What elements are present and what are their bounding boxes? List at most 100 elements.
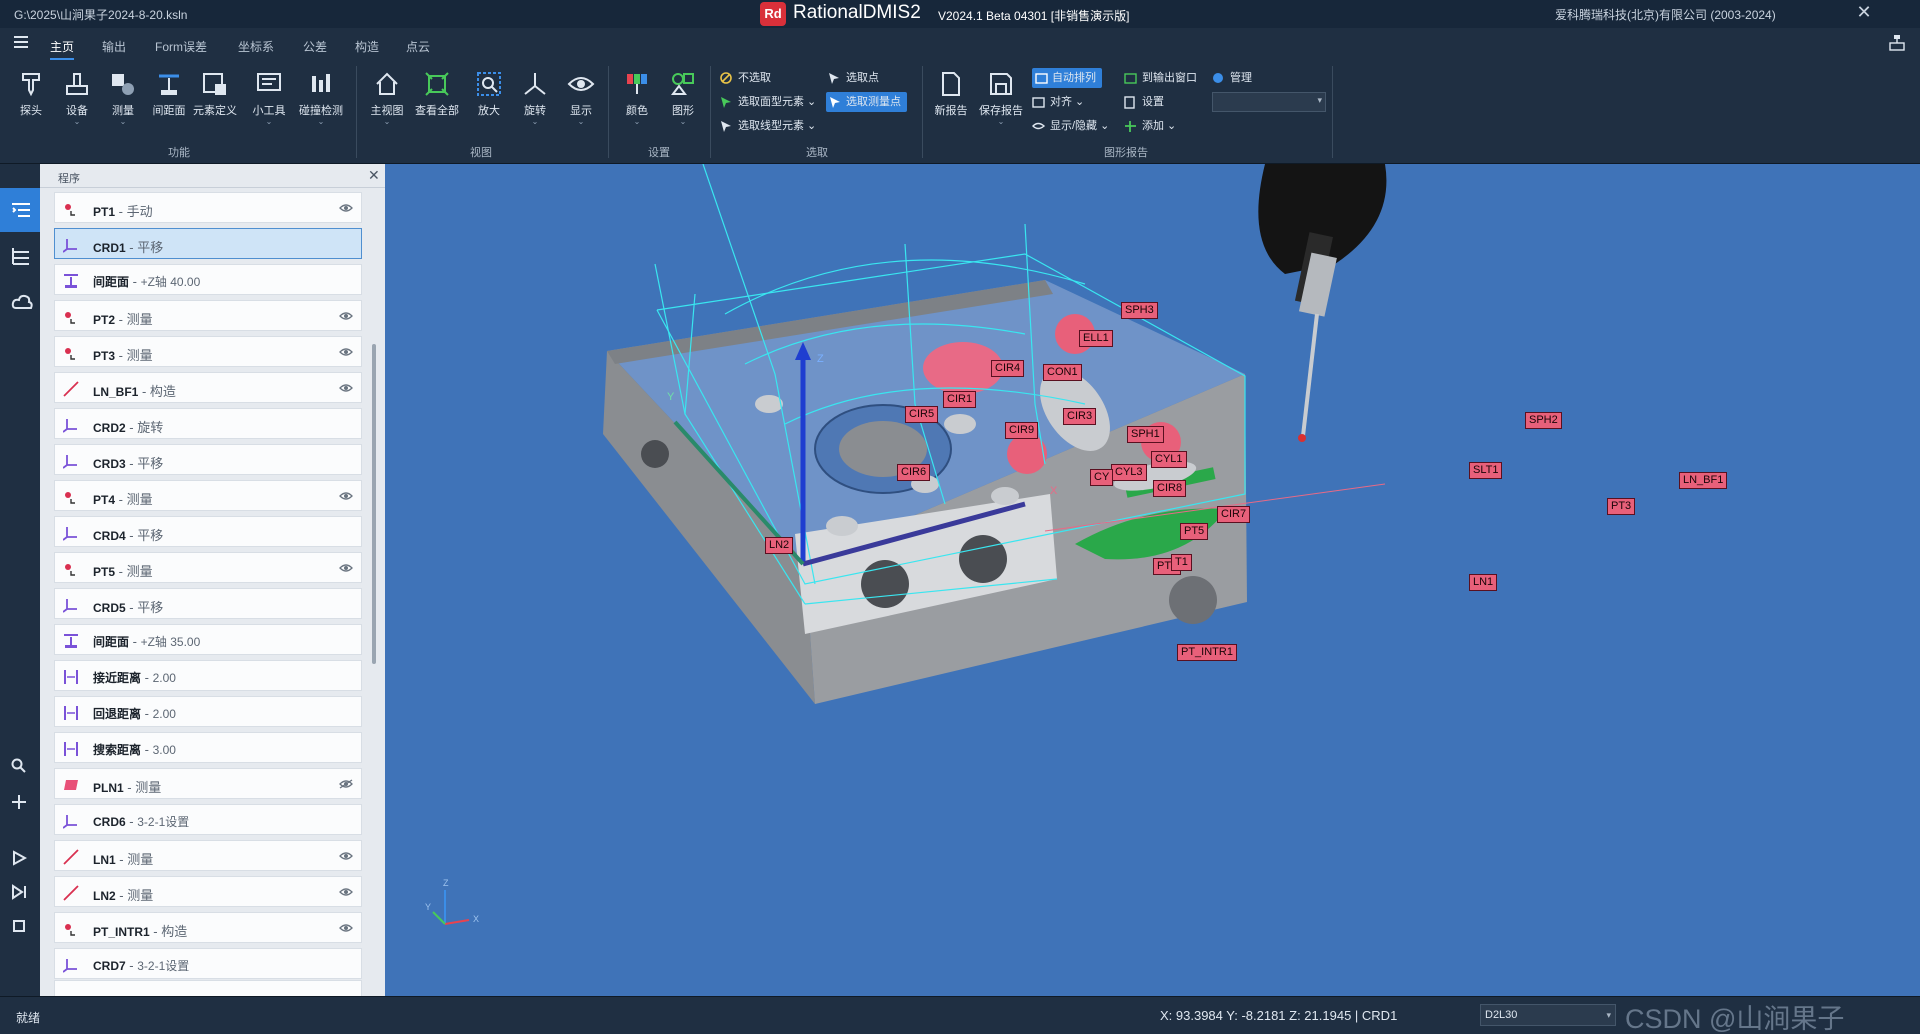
add-button[interactable]: 添加 ⌄ — [1124, 116, 1176, 136]
feature-label[interactable]: CIR1 — [943, 391, 977, 408]
eye-icon[interactable] — [339, 311, 353, 321]
close-panel-icon[interactable]: ✕ — [368, 167, 380, 184]
eye-icon[interactable] — [339, 383, 353, 393]
hamburger-menu-icon[interactable] — [14, 36, 28, 50]
select-measured-point-button[interactable]: 选取测量点 — [826, 92, 907, 112]
feature-label[interactable]: CYL3 — [1111, 464, 1147, 481]
3d-viewport[interactable]: Z Y X Z X Y LN2 CIR5 CIR1 CIR4 CON1 ELL1… — [385, 164, 1920, 996]
program-item[interactable]: LN1 - 测量 — [54, 840, 362, 871]
feature-label[interactable]: CIR6 — [897, 464, 931, 481]
feature-label[interactable]: CIR5 — [905, 406, 939, 423]
select-line-button[interactable]: 选取线型元素 ⌄ — [720, 116, 816, 136]
collision-check-button[interactable]: 碰撞检测 ⌄ — [298, 68, 344, 134]
align-button[interactable]: 对齐 ⌄ — [1032, 92, 1084, 112]
auto-arrange-button[interactable]: 自动排列 — [1032, 68, 1102, 88]
feature-label[interactable]: PT3 — [1607, 498, 1636, 515]
graphic-button[interactable]: 图形 ⌄ — [660, 68, 706, 134]
feature-label[interactable]: SPH3 — [1121, 302, 1158, 319]
element-definition-button[interactable]: 元素定义 — [192, 68, 238, 134]
zoom-button[interactable]: 放大 — [466, 68, 512, 134]
program-item[interactable]: CRD6 - 3-2-1设置 — [54, 804, 362, 835]
feature-label[interactable]: ELL1 — [1079, 330, 1113, 347]
save-report-button[interactable]: 保存报告 ⌄ — [978, 68, 1024, 134]
tab-form-error[interactable]: Form误差 — [155, 38, 207, 55]
small-tools-button[interactable]: 小工具 ⌄ — [246, 68, 292, 134]
feature-label[interactable]: CIR7 — [1217, 506, 1251, 523]
color-button[interactable]: 颜色 ⌄ — [614, 68, 660, 134]
program-item[interactable]: CRD1 - 平移 — [54, 228, 362, 259]
feature-label[interactable]: PT5 — [1180, 523, 1209, 540]
program-item[interactable]: 接近距离 - 2.00 — [54, 660, 362, 691]
feature-label[interactable]: CON1 — [1043, 364, 1082, 381]
feature-label[interactable]: CY — [1090, 469, 1114, 486]
feature-label[interactable]: CIR4 — [991, 360, 1025, 377]
eye-icon[interactable] — [339, 851, 353, 861]
feature-label[interactable]: SPH2 — [1525, 412, 1562, 429]
eye-icon[interactable] — [339, 563, 353, 573]
tab-coordinate-system[interactable]: 坐标系 — [238, 38, 274, 55]
display-button[interactable]: 显示 ⌄ — [558, 68, 604, 134]
probe-button[interactable]: 探头 — [8, 68, 54, 134]
feature-label[interactable]: CYL1 — [1151, 451, 1187, 468]
program-item[interactable]: PT1 - 手动 — [54, 192, 362, 223]
tab-point-cloud[interactable]: 点云 — [406, 38, 430, 55]
program-item[interactable]: PT3 - 测量 — [54, 336, 362, 367]
stop-button[interactable] — [0, 906, 40, 950]
manage-button[interactable]: 管理 — [1212, 68, 1252, 88]
no-select-button[interactable]: 不选取 — [720, 68, 771, 88]
eye-icon[interactable] — [339, 203, 353, 213]
program-list-tab[interactable] — [0, 188, 40, 232]
list-item[interactable] — [54, 980, 362, 996]
tree-view-tab[interactable] — [0, 234, 40, 278]
feature-label[interactable]: LN_BF1 — [1679, 472, 1728, 489]
eye-icon[interactable] — [339, 887, 353, 897]
feature-label[interactable]: LN1 — [1469, 574, 1498, 591]
add-step-button[interactable] — [0, 782, 40, 826]
program-item[interactable]: CRD2 - 旋转 — [54, 408, 362, 439]
distance-plane-button[interactable]: 间距面 — [146, 68, 192, 134]
program-item[interactable]: PT5 - 测量 — [54, 552, 362, 583]
tab-construct[interactable]: 构造 — [355, 38, 379, 55]
eye-icon[interactable] — [339, 923, 353, 933]
feature-label[interactable]: CIR3 — [1063, 408, 1097, 425]
select-surface-button[interactable]: 选取面型元素 ⌄ — [720, 92, 816, 112]
program-item[interactable]: CRD7 - 3-2-1设置 — [54, 948, 362, 979]
feature-label[interactable]: T1 — [1171, 554, 1192, 571]
cloud-tab[interactable] — [0, 280, 40, 324]
close-icon[interactable]: ✕ — [1852, 2, 1876, 23]
to-output-window-button[interactable]: 到输出窗口 — [1124, 68, 1197, 88]
program-item[interactable]: 间距面 - +Z轴 35.00 — [54, 624, 362, 655]
report-template-select[interactable]: ▾ — [1212, 92, 1326, 112]
select-point-button[interactable]: 选取点 — [828, 68, 879, 88]
program-item[interactable]: PT_INTR1 - 构造 — [54, 912, 362, 943]
view-all-button[interactable]: 查看全部 — [414, 68, 460, 134]
tree-layout-icon[interactable] — [1888, 34, 1906, 52]
program-item[interactable]: 搜索距离 - 3.00 — [54, 732, 362, 763]
show-hide-button[interactable]: 显示/隐藏 ⌄ — [1032, 116, 1109, 136]
program-item[interactable]: CRD3 - 平移 — [54, 444, 362, 475]
program-item[interactable]: PT4 - 测量 — [54, 480, 362, 511]
new-report-button[interactable]: 新报告 — [928, 68, 974, 134]
program-item[interactable]: PLN1 - 测量 — [54, 768, 362, 799]
tab-home[interactable]: 主页 — [50, 38, 75, 60]
feature-label[interactable]: PT_INTR1 — [1177, 644, 1237, 661]
probe-tip-select[interactable]: D2L30 ▾ — [1480, 1004, 1616, 1026]
measure-button[interactable]: 测量 ⌄ — [100, 68, 146, 134]
eye-icon[interactable] — [339, 491, 353, 501]
feature-label[interactable]: CIR8 — [1153, 480, 1187, 497]
feature-label[interactable]: SLT1 — [1469, 462, 1503, 479]
tab-output[interactable]: 输出 — [102, 38, 126, 55]
report-settings-button[interactable]: 设置 — [1124, 92, 1164, 112]
main-view-button[interactable]: 主视图 ⌄ — [364, 68, 410, 134]
program-item[interactable]: 间距面 - +Z轴 40.00 — [54, 264, 362, 295]
tab-tolerance[interactable]: 公差 — [303, 38, 327, 55]
program-item[interactable]: LN_BF1 - 构造 — [54, 372, 362, 403]
program-item[interactable]: 回退距离 - 2.00 — [54, 696, 362, 727]
feature-label[interactable]: CIR9 — [1005, 422, 1039, 439]
program-item[interactable]: CRD4 - 平移 — [54, 516, 362, 547]
feature-label[interactable]: SPH1 — [1127, 426, 1164, 443]
program-item[interactable]: PT2 - 测量 — [54, 300, 362, 331]
program-item[interactable]: CRD5 - 平移 — [54, 588, 362, 619]
program-item[interactable]: LN2 - 测量 — [54, 876, 362, 907]
eye-icon[interactable] — [339, 347, 353, 357]
